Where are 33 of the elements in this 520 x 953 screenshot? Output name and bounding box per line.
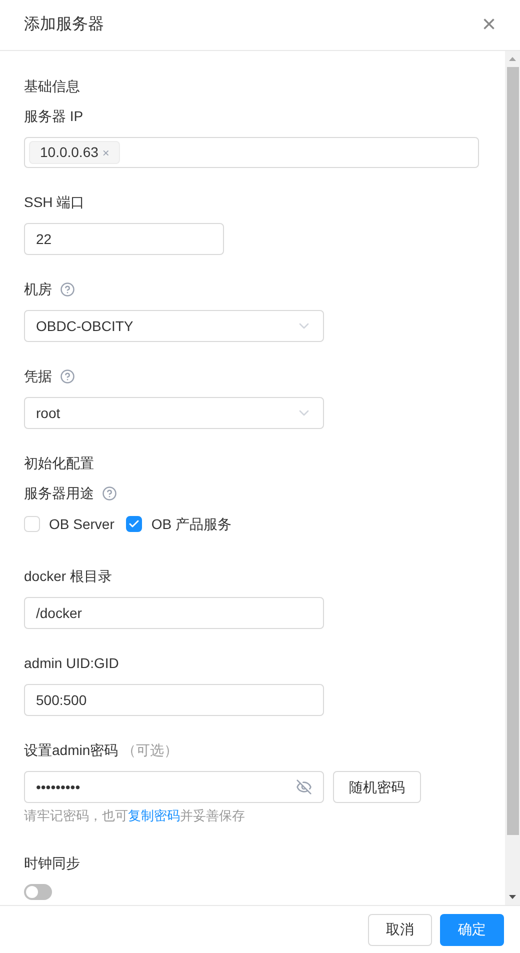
field-label: docker 根目录 [24, 567, 112, 586]
select-field[interactable]: OBDC-OBCITY [24, 310, 324, 342]
optional-note: （可选） [122, 740, 178, 760]
section-title: 初始化配置 [24, 454, 95, 473]
check-icon [128, 518, 140, 530]
scroll-down-icon[interactable] [509, 895, 516, 899]
section-title: 基础信息 [24, 77, 81, 96]
cancel-button[interactable]: 取消 [368, 914, 432, 946]
text-input[interactable]: /docker [24, 597, 324, 629]
field-label: 服务器用途 [24, 484, 94, 503]
checkbox-option[interactable]: OB 产品服务 [126, 514, 232, 534]
ip-tags-field[interactable]: 10.0.0.63 × [24, 137, 479, 168]
checkbox[interactable] [126, 516, 142, 532]
toggle-switch[interactable] [24, 884, 52, 900]
scroll-up-icon[interactable] [509, 57, 516, 61]
field-label: 服务器 IP [24, 107, 84, 126]
field-label: admin UID:GID [24, 654, 119, 673]
field-label: 凭据 [24, 367, 52, 386]
close-button[interactable]: × [482, 13, 496, 37]
field-label: 机房 [24, 280, 52, 299]
text-input[interactable]: 22 [24, 223, 224, 255]
text-input[interactable]: 500:500 [24, 684, 324, 716]
field-label: SSH 端口 [24, 193, 85, 212]
password-hint: 请牢记密码，也可复制密码并妥善保存 [24, 807, 246, 825]
dialog-title: 添加服务器 [24, 14, 104, 35]
password-field[interactable]: ••••••••• [24, 771, 324, 803]
random-password-button[interactable]: 随机密码 [333, 771, 421, 803]
tag-text: 10.0.0.63 [40, 143, 98, 162]
eye-off-icon[interactable] [296, 779, 312, 795]
field-label: 设置admin密码 [24, 741, 118, 760]
field-label: 时钟同步 [24, 854, 80, 872]
checkbox-option[interactable]: OB Server [24, 514, 114, 534]
select-field[interactable]: root [24, 397, 324, 429]
